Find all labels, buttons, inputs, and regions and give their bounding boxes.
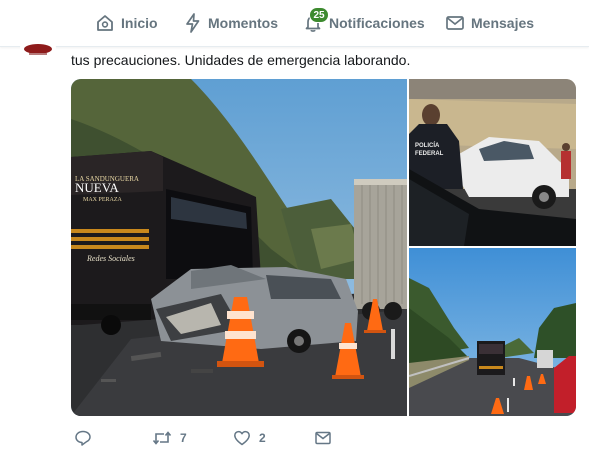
police-scene-image: POLICÍA FEDERAL (409, 79, 576, 246)
highway-image (409, 248, 576, 416)
bus-sign-line3: MAX PERAZA (83, 197, 123, 203)
tweet-actions: 7 2 (71, 426, 371, 450)
retweet-button[interactable]: 7 (152, 426, 187, 450)
photo-police-officer[interactable]: POLICÍA FEDERAL (409, 79, 576, 246)
bus-sign-line2: NUEVA (75, 180, 119, 195)
nav-messages-label: Mensajes (471, 15, 535, 31)
nav-home[interactable]: Inicio (95, 0, 158, 46)
vest-text-line2: FEDERAL (415, 151, 444, 157)
tweet-text: tus precauciones. Unidades de emergencia… (71, 52, 411, 68)
profile-logo (21, 31, 55, 65)
photo-crash-scene[interactable]: LA SANDUNGUERA NUEVA MAX PERAZA Redes So… (71, 79, 407, 416)
nav-messages[interactable]: Mensajes (445, 0, 534, 46)
nav-moments[interactable]: Momentos (184, 0, 278, 46)
notifications-count-badge: 25 (309, 7, 329, 23)
crash-scene-image: LA SANDUNGUERA NUEVA MAX PERAZA Redes So… (71, 79, 407, 416)
home-icon (97, 15, 113, 31)
envelope-icon (315, 431, 331, 445)
like-count: 2 (259, 431, 266, 445)
bus-side-text: Redes Sociales (86, 254, 135, 263)
reply-button[interactable] (74, 426, 92, 450)
like-button[interactable]: 2 (233, 426, 266, 450)
avatar[interactable] (20, 30, 56, 66)
top-navigation-bar: Inicio Momentos Notificaciones 25 Mensaj… (0, 0, 589, 47)
vest-text-line1: POLICÍA (415, 141, 440, 149)
reply-icon (75, 430, 91, 446)
envelope-icon (446, 16, 464, 30)
retweet-icon (152, 431, 172, 445)
heart-icon (234, 430, 250, 446)
lightning-icon (186, 13, 200, 33)
direct-message-button[interactable] (314, 426, 332, 450)
nav-home-label: Inicio (121, 15, 158, 31)
retweet-count: 7 (180, 431, 187, 445)
photo-highway-traffic[interactable] (409, 248, 576, 416)
nav-moments-label: Momentos (208, 15, 278, 31)
tweet-media-grid: LA SANDUNGUERA NUEVA MAX PERAZA Redes So… (71, 79, 576, 416)
nav-notifications-label: Notificaciones (329, 15, 425, 31)
